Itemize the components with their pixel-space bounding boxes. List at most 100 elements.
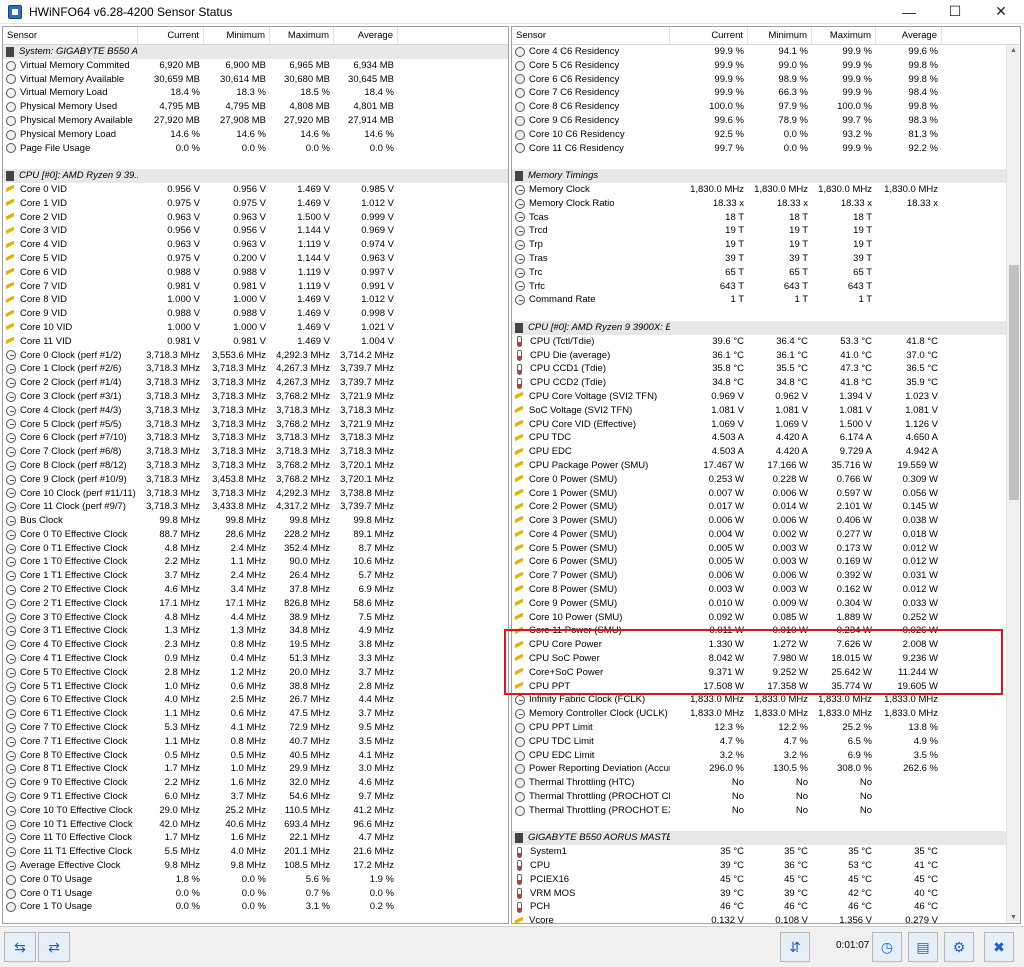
sensor-row[interactable]: Core 2 Power (SMU) 0.017 W 0.014 W 2.101 W 0…: [512, 500, 1020, 514]
col-sensor[interactable]: Sensor: [3, 27, 138, 44]
sensor-row[interactable]: Core 5 Clock (perf #5/5) 3,718.3 MHz 3,718…: [3, 418, 508, 432]
sensor-row[interactable]: Thermal Throttling (PROCHOT CPU) No No No: [512, 790, 1020, 804]
sensor-row[interactable]: CPU Core VID (Effective) 1.069 V 1.069 V 1.…: [512, 418, 1020, 432]
col-maximum[interactable]: Maximum: [812, 27, 876, 44]
sensor-row[interactable]: Core 1 Power (SMU) 0.007 W 0.006 W 0.597 W 0…: [512, 487, 1020, 501]
sensor-row[interactable]: Core 4 T0 Effective Clock 2.3 MHz 0.8 MHz 1…: [3, 638, 508, 652]
col-minimum[interactable]: Minimum: [204, 27, 270, 44]
sensor-row[interactable]: Core 6 C6 Residency 99.9 % 98.9 % 99.9 % 99.…: [512, 73, 1020, 87]
sensor-row[interactable]: Physical Memory Available 27,920 MB 27,908…: [3, 114, 508, 128]
sensor-row[interactable]: Virtual Memory Available 30,659 MB 30,614 …: [3, 73, 508, 87]
sensor-row[interactable]: Tras 39 T 39 T 39 T: [512, 252, 1020, 266]
sensor-row[interactable]: Core 7 C6 Residency 99.9 % 66.3 % 99.9 % 98.…: [512, 86, 1020, 100]
sensor-row[interactable]: Core 6 VID 0.988 V 0.988 V 1.119 V 0.997 V: [3, 266, 508, 280]
sensor-row[interactable]: CPU Die (average) 36.1 °C 36.1 °C 41.0 °C 37…: [512, 349, 1020, 363]
sensor-row[interactable]: CPU Core Voltage (SVI2 TFN) 0.969 V 0.962 …: [512, 390, 1020, 404]
sensor-row[interactable]: Memory Clock Ratio 18.33 x 18.33 x 18.33 x 1…: [512, 197, 1020, 211]
sensor-row[interactable]: Core 7 Clock (perf #6/8) 3,718.3 MHz 3,718…: [3, 445, 508, 459]
right-scrollbar[interactable]: ▲ ▼: [1006, 45, 1020, 923]
sensor-row[interactable]: Core 11 VID 0.981 V 0.981 V 1.469 V 1.004 V: [3, 335, 508, 349]
close-button[interactable]: ✕: [978, 0, 1024, 24]
scroll-down-arrow-icon[interactable]: ▼: [1010, 914, 1017, 921]
sensor-row[interactable]: Core 4 C6 Residency 99.9 % 94.1 % 99.9 % 99.…: [512, 45, 1020, 59]
sensor-row[interactable]: Core 10 VID 1.000 V 1.000 V 1.469 V 1.021 V: [3, 321, 508, 335]
col-minimum[interactable]: Minimum: [748, 27, 812, 44]
sensor-row[interactable]: Average Effective Clock 9.8 MHz 9.8 MHz 108…: [3, 859, 508, 873]
sensor-row[interactable]: Memory Controller Clock (UCLK) 1,833.0 MH…: [512, 707, 1020, 721]
sensor-row[interactable]: Core 5 Power (SMU) 0.005 W 0.003 W 0.173 W 0…: [512, 542, 1020, 556]
sensor-row[interactable]: Core 6 Power (SMU) 0.005 W 0.003 W 0.169 W 0…: [512, 555, 1020, 569]
sensor-row[interactable]: Trcd 19 T 19 T 19 T: [512, 224, 1020, 238]
sensor-row[interactable]: Thermal Throttling (HTC) No No No: [512, 776, 1020, 790]
sensor-row[interactable]: Core 5 VID 0.975 V 0.200 V 1.144 V 0.963 V: [3, 252, 508, 266]
sensor-row[interactable]: Core 3 Clock (perf #3/1) 3,718.3 MHz 3,718…: [3, 390, 508, 404]
sensor-row[interactable]: Core 9 VID 0.988 V 0.988 V 1.469 V 0.998 V: [3, 307, 508, 321]
expand-collapse-right-button[interactable]: ⇄: [38, 932, 70, 962]
sensor-row[interactable]: Core 4 Power (SMU) 0.004 W 0.002 W 0.277 W 0…: [512, 528, 1020, 542]
sensor-row[interactable]: Tcas 18 T 18 T 18 T: [512, 211, 1020, 225]
sensor-row[interactable]: Core 4 T1 Effective Clock 0.9 MHz 0.4 MHz 5…: [3, 652, 508, 666]
sensor-row[interactable]: Core 11 Clock (perf #9/7) 3,718.3 MHz 3,43…: [3, 500, 508, 514]
sensor-row[interactable]: Core 0 T1 Usage 0.0 % 0.0 % 0.7 % 0.0 %: [3, 887, 508, 901]
sensor-row[interactable]: PCH 46 °C 46 °C 46 °C 46 °C: [512, 900, 1020, 914]
sensor-row[interactable]: Infinity Fabric Clock (FCLK) 1,833.0 MHz 1…: [512, 693, 1020, 707]
sensor-row[interactable]: Core 1 Clock (perf #2/6) 3,718.3 MHz 3,718…: [3, 362, 508, 376]
log-button[interactable]: ▤: [908, 932, 938, 962]
maximize-button[interactable]: ☐: [932, 0, 978, 24]
sensor-row[interactable]: System1 35 °C 35 °C 35 °C 35 °C: [512, 845, 1020, 859]
sensor-row[interactable]: Core 6 T1 Effective Clock 1.1 MHz 0.6 MHz 4…: [3, 707, 508, 721]
sensor-row[interactable]: Core 7 T0 Effective Clock 5.3 MHz 4.1 MHz 7…: [3, 721, 508, 735]
sensor-row[interactable]: Core 6 T0 Effective Clock 4.0 MHz 2.5 MHz 2…: [3, 693, 508, 707]
sensor-row[interactable]: Core 10 T1 Effective Clock 42.0 MHz 40.6 M…: [3, 818, 508, 832]
sensor-row[interactable]: Core 2 T1 Effective Clock 17.1 MHz 17.1 MH…: [3, 597, 508, 611]
sensor-row[interactable]: Core 9 C6 Residency 99.6 % 78.9 % 99.7 % 98.…: [512, 114, 1020, 128]
sensor-row[interactable]: Core 8 Clock (perf #8/12) 3,718.3 MHz 3,71…: [3, 459, 508, 473]
col-sensor[interactable]: Sensor: [512, 27, 670, 44]
sensor-row[interactable]: Core 10 T0 Effective Clock 29.0 MHz 25.2 M…: [3, 804, 508, 818]
sensor-row[interactable]: Core 8 C6 Residency 100.0 % 97.9 % 100.0 % 9…: [512, 100, 1020, 114]
sensor-row[interactable]: Trfc 643 T 643 T 643 T: [512, 280, 1020, 294]
sensor-row[interactable]: Core 7 Power (SMU) 0.006 W 0.006 W 0.392 W 0…: [512, 569, 1020, 583]
sensor-row[interactable]: Core 4 Clock (perf #4/3) 3,718.3 MHz 3,718…: [3, 404, 508, 418]
sensor-row[interactable]: Trc 65 T 65 T 65 T: [512, 266, 1020, 280]
sensor-row[interactable]: Core 2 Clock (perf #1/4) 3,718.3 MHz 3,718…: [3, 376, 508, 390]
sensor-row[interactable]: Virtual Memory Commited 6,920 MB 6,900 MB 6…: [3, 59, 508, 73]
sensor-row[interactable]: Core 4 VID 0.963 V 0.963 V 1.119 V 0.974 V: [3, 238, 508, 252]
sensor-row[interactable]: Core 9 T1 Effective Clock 6.0 MHz 3.7 MHz 5…: [3, 790, 508, 804]
sensor-row[interactable]: Core 3 T1 Effective Clock 1.3 MHz 1.3 MHz 3…: [3, 624, 508, 638]
scroll-up-arrow-icon[interactable]: ▲: [1010, 47, 1017, 54]
sensor-row[interactable]: CPU EDC 4.503 A 4.420 A 9.729 A 4.942 A: [512, 445, 1020, 459]
col-current[interactable]: Current: [138, 27, 204, 44]
sensor-row[interactable]: CPU Package Power (SMU) 17.467 W 17.166 W 3…: [512, 459, 1020, 473]
col-average[interactable]: Average: [334, 27, 398, 44]
expand-collapse-left-button[interactable]: ⇆: [4, 932, 36, 962]
sensor-row[interactable]: Core 3 Power (SMU) 0.006 W 0.006 W 0.406 W 0…: [512, 514, 1020, 528]
sensor-row[interactable]: Page File Usage 0.0 % 0.0 % 0.0 % 0.0 %: [3, 142, 508, 156]
sensor-row[interactable]: Core 8 VID 1.000 V 1.000 V 1.469 V 1.012 V: [3, 293, 508, 307]
sensor-row[interactable]: Core 5 T1 Effective Clock 1.0 MHz 0.6 MHz 3…: [3, 680, 508, 694]
sensor-row[interactable]: Core 0 VID 0.956 V 0.956 V 1.469 V 0.985 V: [3, 183, 508, 197]
sensor-row[interactable]: Core 5 T0 Effective Clock 2.8 MHz 1.2 MHz 2…: [3, 666, 508, 680]
sensor-row[interactable]: Memory Clock 1,830.0 MHz 1,830.0 MHz 1,830.…: [512, 183, 1020, 197]
sensor-row[interactable]: CPU TDC 4.503 A 4.420 A 6.174 A 4.650 A: [512, 431, 1020, 445]
sensor-row[interactable]: Core 5 C6 Residency 99.9 % 99.0 % 99.9 % 99.…: [512, 59, 1020, 73]
col-average[interactable]: Average: [876, 27, 942, 44]
sensor-row[interactable]: Core 1 VID 0.975 V 0.975 V 1.469 V 1.012 V: [3, 197, 508, 211]
sensor-group-header[interactable]: CPU [#0]: AMD Ryzen 9 39...: [3, 169, 508, 183]
sensor-row[interactable]: CPU TDC Limit 4.7 % 4.7 % 6.5 % 4.9 %: [512, 735, 1020, 749]
sensor-row[interactable]: Bus Clock 99.8 MHz 99.8 MHz 99.8 MHz 99.8 MH…: [3, 514, 508, 528]
sensor-row[interactable]: Core 10 Clock (perf #11/11) 3,718.3 MHz 3,…: [3, 487, 508, 501]
sensor-row[interactable]: Virtual Memory Load 18.4 % 18.3 % 18.5 % 18.…: [3, 86, 508, 100]
sensor-row[interactable]: CPU (Tctl/Tdie) 39.6 °C 36.4 °C 53.3 °C 41.8…: [512, 335, 1020, 349]
sensor-row[interactable]: Core 0 T0 Effective Clock 88.7 MHz 28.6 MH…: [3, 528, 508, 542]
scroll-thumb[interactable]: [1009, 265, 1019, 500]
sensor-row[interactable]: Core 11 C6 Residency 99.7 % 0.0 % 99.9 % 92.…: [512, 142, 1020, 156]
sensor-row[interactable]: Vcore 0.132 V 0.108 V 1.356 V 0.279 V: [512, 914, 1020, 923]
col-maximum[interactable]: Maximum: [270, 27, 334, 44]
sensor-row[interactable]: Core 1 T1 Effective Clock 3.7 MHz 2.4 MHz 2…: [3, 569, 508, 583]
sensor-row[interactable]: PCIEX16 45 °C 45 °C 45 °C 45 °C: [512, 873, 1020, 887]
sensor-row[interactable]: Core 0 T0 Usage 1.8 % 0.0 % 5.6 % 1.9 %: [3, 873, 508, 887]
sensor-row[interactable]: Core 10 C6 Residency 92.5 % 0.0 % 93.2 % 81.…: [512, 128, 1020, 142]
sensor-row[interactable]: Thermal Throttling (PROCHOT EXT) No No No: [512, 804, 1020, 818]
sensor-row[interactable]: Core 0 Power (SMU) 0.253 W 0.228 W 0.766 W 0…: [512, 473, 1020, 487]
